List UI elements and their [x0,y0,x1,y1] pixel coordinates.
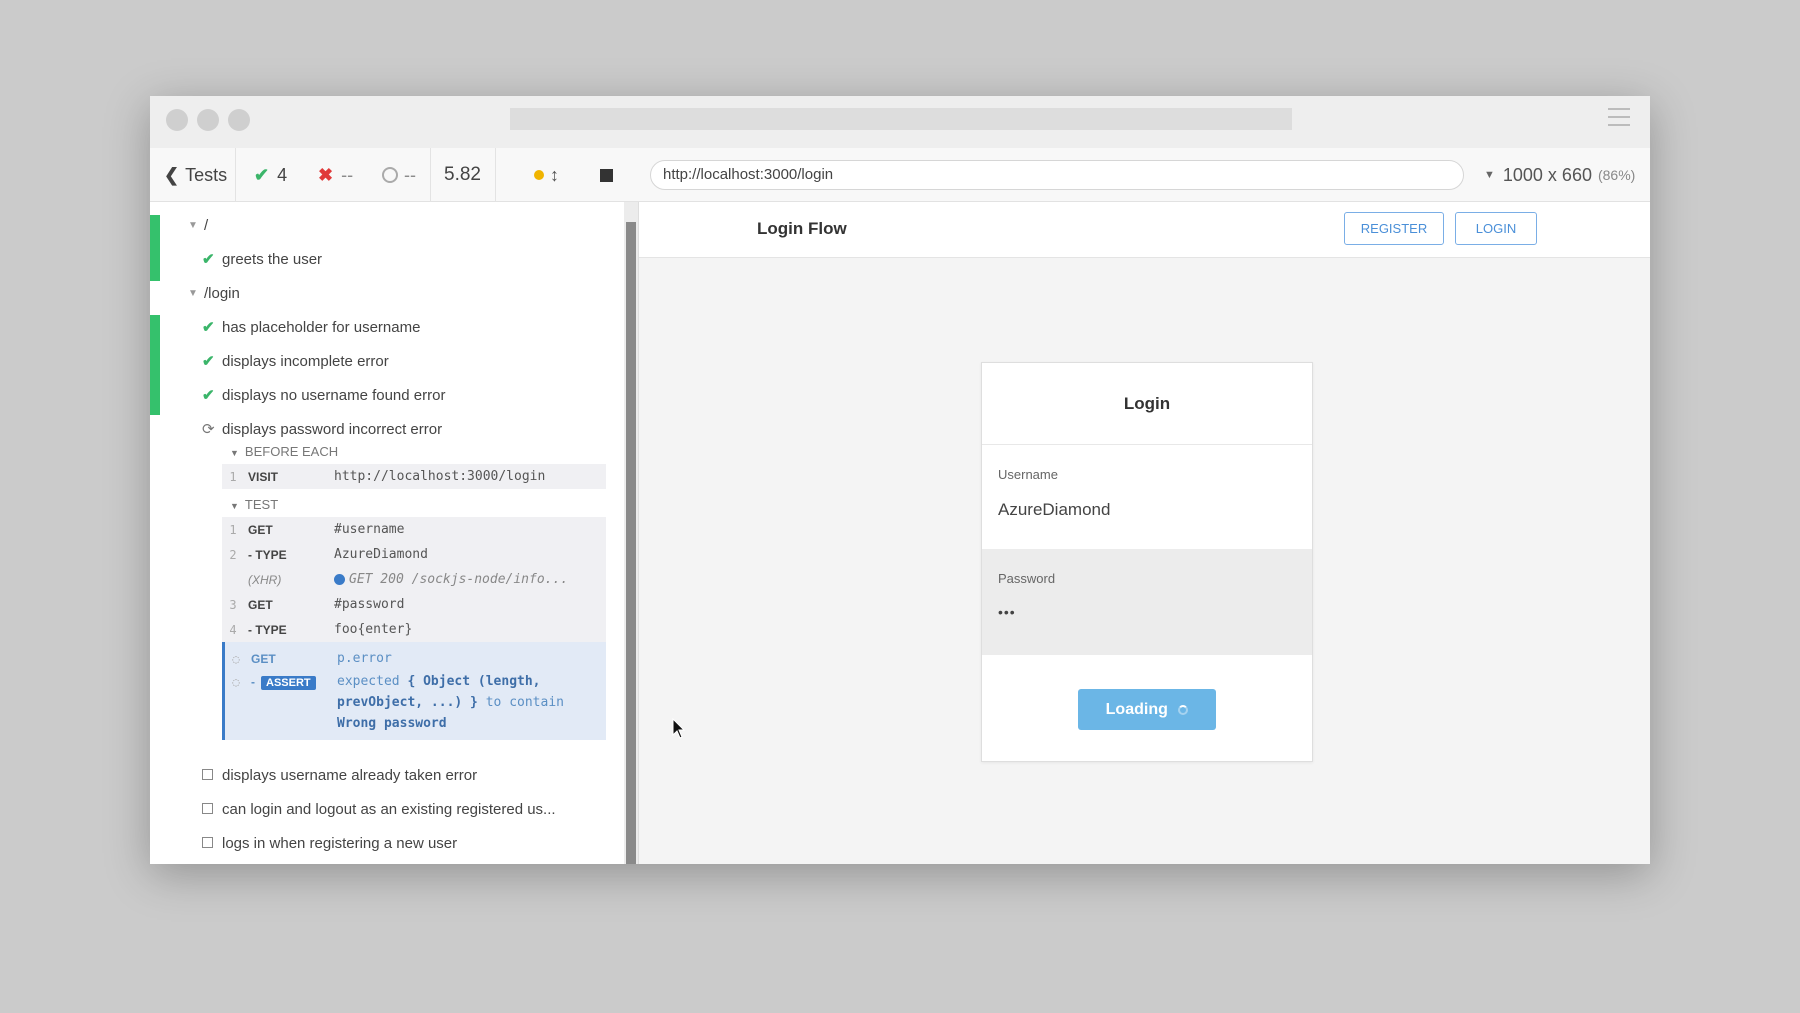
spinner-icon [1178,704,1189,715]
caret-down-icon: ▼ [230,448,239,458]
test-commands: 1 GET #username 2 - TYPE AzureDiamond (X… [222,517,606,740]
command-row[interactable]: 1 GET #username [222,517,606,542]
command-row-xhr[interactable]: (XHR) GET 200 /sockjs-node/info... [222,567,606,592]
username-field[interactable]: Username AzureDiamond [982,445,1312,549]
check-icon: ✔ [202,319,215,336]
browser-window: ❮ Tests ✔ 4 ✖ -- -- 5.82 ↕ http://localh… [150,96,1650,864]
duration: 5.82 [444,164,481,185]
caret-down-icon: ▼ [1484,169,1495,181]
assert-badge: ASSERT [261,676,316,690]
scrollbar-thumb[interactable] [626,222,636,864]
tests-back-button[interactable]: ❮ Tests [164,148,227,202]
password-field[interactable]: Password ••• [982,549,1312,655]
arrows-vertical-icon: ↕ [550,164,559,185]
caret-down-icon: ▼ [188,287,198,299]
circle-icon [382,167,398,183]
card-title: Login [982,363,1312,445]
login-nav-button[interactable]: LOGIN [1455,212,1537,245]
test-item-pending[interactable]: displays username already taken error [202,762,477,788]
test-item[interactable]: ✔ greets the user [202,246,322,272]
passed-count: ✔ 4 [254,164,288,185]
command-row[interactable]: 4 - TYPE foo{enter} [222,617,606,642]
pending-count: -- [382,148,416,202]
spinner-icon: ◌ [232,675,240,689]
maximize-window-button[interactable] [228,109,250,131]
check-icon: ✔ [202,353,215,370]
command-row[interactable]: 1 VISIT http://localhost:3000/login [222,464,606,489]
password-input[interactable]: ••• [998,604,1296,620]
refresh-icon: ⟳ [202,421,215,438]
pending-commands: ◌ GET p.error ◌ - ASSERT expected { Objec… [222,642,606,740]
login-submit-button[interactable]: Loading [1078,689,1216,730]
register-button[interactable]: REGISTER [1344,212,1444,245]
viewport-dropdown[interactable]: ▼ 1000 x 660 (86%) [1484,148,1635,202]
xhr-dot-icon [334,574,345,585]
check-icon: ✔ [202,387,215,404]
hook-before-each[interactable]: ▼ BEFORE EACH [230,444,338,459]
assert-row[interactable]: ◌ - ASSERT expected { Object (length, pre… [225,671,606,734]
checkbox-icon [202,835,222,852]
command-row-pending[interactable]: ◌ GET p.error [225,646,606,671]
test-reporter: ▼ / ✔ greets the user ▼ /login ✔ has pla… [150,202,624,864]
window-address-bar[interactable] [510,108,1292,130]
test-item-running[interactable]: ⟳ displays password incorrect error [202,416,442,442]
auto-scroll-toggle[interactable]: ↕ [534,148,559,202]
check-icon: ✔ [254,164,270,185]
aut-url-field[interactable]: http://localhost:3000/login [650,160,1464,190]
close-window-button[interactable] [166,109,188,131]
check-icon: ✔ [202,251,215,268]
mouse-cursor-icon [672,718,686,739]
app-navbar: Login Flow REGISTER LOGIN [639,202,1650,258]
login-card: Login Username AzureDiamond Password •••… [981,362,1313,762]
menu-icon[interactable] [1608,108,1630,126]
before-each-commands: 1 VISIT http://localhost:3000/login [222,464,606,489]
test-item[interactable]: ✔ displays no username found error [202,382,445,408]
failed-count: ✖ -- [318,164,354,185]
cross-icon: ✖ [318,164,334,185]
status-dot-icon [534,170,544,180]
checkbox-icon [202,801,222,818]
runner-toolbar: ❮ Tests ✔ 4 ✖ -- -- 5.82 ↕ http://localh… [150,148,1650,202]
suite-login[interactable]: ▼ /login [188,280,240,306]
test-item[interactable]: ✔ has placeholder for username [202,314,420,340]
suite-root[interactable]: ▼ / [188,212,208,238]
spinner-icon: ◌ [232,651,240,666]
app-under-test: Login Flow REGISTER LOGIN Login Username… [639,202,1650,864]
tests-label: Tests [185,164,228,185]
test-item[interactable]: ✔ displays incomplete error [202,348,389,374]
hook-test[interactable]: ▼ TEST [230,497,278,512]
password-label: Password [998,571,1056,586]
chevron-left-icon: ❮ [164,164,180,185]
checkbox-icon [202,767,222,784]
command-row[interactable]: 2 - TYPE AzureDiamond [222,542,606,567]
pass-indicator [150,315,160,415]
pass-indicator [150,215,160,281]
stop-icon [600,168,613,182]
window-titlebar [150,96,1650,148]
command-row[interactable]: 3 GET #password [222,592,606,617]
stop-button[interactable] [600,148,613,202]
minimize-window-button[interactable] [197,109,219,131]
username-input[interactable]: AzureDiamond [998,500,1296,520]
reporter-scrollbar[interactable] [624,202,638,864]
test-item-pending[interactable]: logs in when registering a new user [202,830,457,856]
test-item-pending[interactable]: can login and logout as an existing regi… [202,796,556,822]
caret-down-icon: ▼ [188,219,198,231]
app-brand[interactable]: Login Flow [757,219,847,239]
caret-down-icon: ▼ [230,501,239,511]
username-label: Username [998,467,1058,482]
